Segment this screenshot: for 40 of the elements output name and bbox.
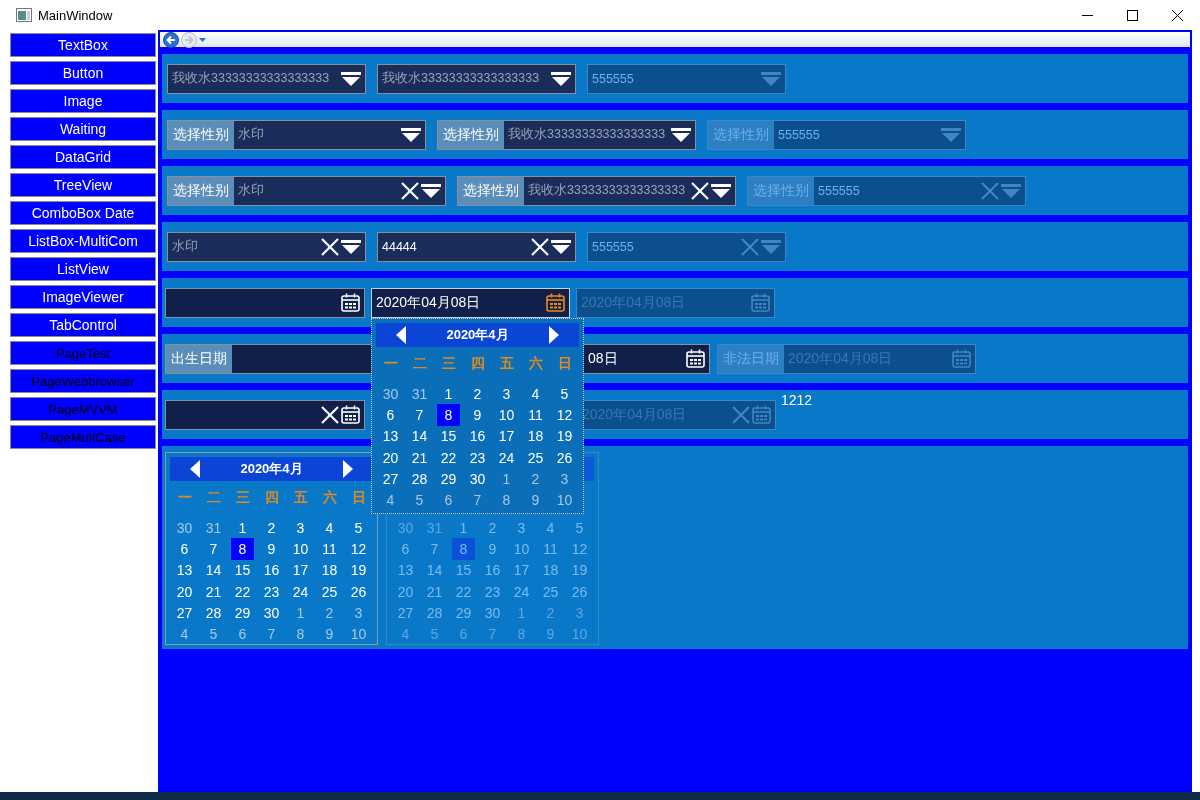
field-label: 选择性别	[708, 120, 774, 149]
weekday-label: 四	[263, 489, 280, 507]
placeholder-text: 我收水33333333333333333	[172, 70, 331, 87]
weekday-label: 五	[498, 355, 515, 373]
field-text: 555555	[778, 127, 821, 142]
placeholder-text: 我收水33333333333333333	[528, 182, 687, 199]
field-text: 555555	[818, 183, 861, 198]
window-title: MainWindow	[38, 7, 114, 23]
field-label: 选择性别	[748, 176, 814, 205]
weekday-label: 六	[321, 489, 338, 507]
weekday-label: 二	[411, 355, 428, 373]
field-label: 选择性别	[168, 176, 234, 205]
field-text: 44444	[382, 239, 418, 254]
field-text: 555555	[592, 71, 635, 86]
field-label: 出生日期	[166, 344, 232, 373]
month-title: 2020年4月	[446, 326, 509, 344]
field-label: 选择性别	[458, 176, 524, 205]
weekday-label: 四	[469, 355, 486, 373]
weekday-label: 五	[292, 489, 309, 507]
weekday-label: 日	[350, 489, 367, 507]
placeholder-text: 水印	[238, 182, 265, 199]
weekday-label: 二	[205, 489, 222, 507]
field-label: 选择性别	[438, 120, 504, 149]
field-label: 非法日期	[718, 344, 784, 373]
placeholder-text: 水印	[238, 126, 265, 143]
month-title: 2020年4月	[240, 460, 303, 478]
weekday-label: 三	[440, 355, 457, 373]
field-text: 555555	[592, 239, 635, 254]
weekday-label: 日	[556, 355, 573, 373]
date-text: 2020年04月08日	[376, 293, 481, 310]
placeholder-text: 我收水33333333333333333	[382, 70, 541, 87]
placeholder-text: 我收水33333333333333333	[508, 126, 667, 143]
weekday-label: 一	[382, 355, 399, 373]
field-label: 选择性别	[168, 120, 234, 149]
placeholder-text: 水印	[172, 238, 199, 255]
weekday-label: 三	[234, 489, 251, 507]
weekday-label: 一	[176, 489, 193, 507]
note-text: 1212	[781, 392, 813, 408]
date-text: 08日	[588, 349, 618, 366]
weekday-label: 六	[527, 355, 544, 373]
